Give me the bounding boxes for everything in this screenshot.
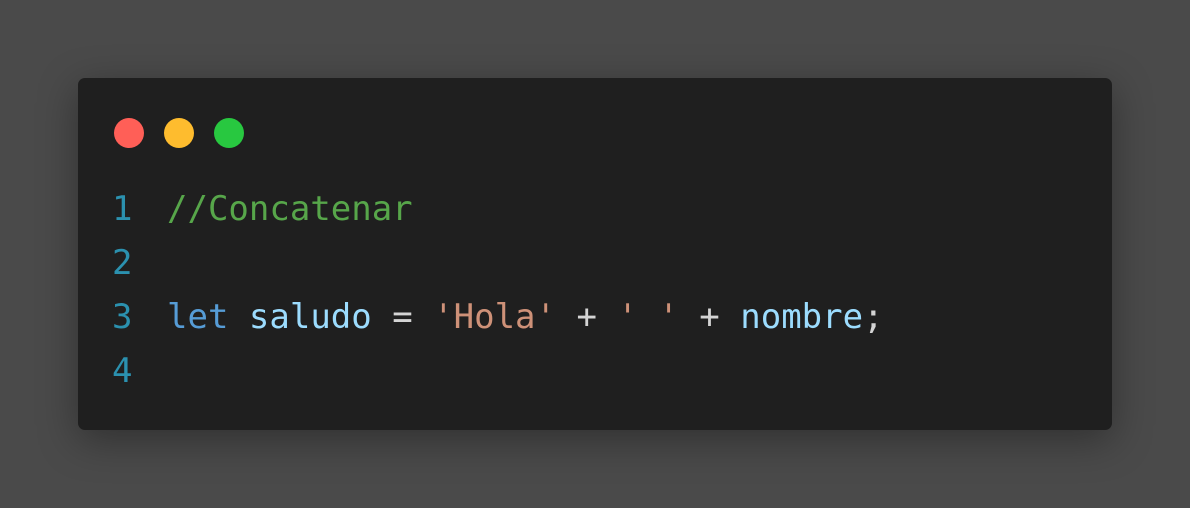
- code-token-op: [228, 297, 248, 337]
- line-number: 3: [112, 297, 133, 337]
- line-number: 4: [112, 351, 133, 391]
- code-token-op: ;: [863, 297, 884, 337]
- line-content: //Concatenar: [167, 182, 413, 236]
- code-token-op: +: [678, 297, 741, 337]
- code-token-var: saludo: [248, 297, 372, 337]
- code-line: 2: [112, 236, 884, 290]
- window-controls: [114, 118, 244, 148]
- code-line: 3 let saludo = 'Hola' + ' ' + nombre;: [112, 290, 884, 344]
- code-window: 1 //Concatenar 2 3 let saludo = 'Hola' + ' '…: [78, 78, 1112, 430]
- maximize-dot-icon[interactable]: [214, 118, 244, 148]
- line-number: 2: [112, 243, 133, 283]
- code-token-op: =: [371, 297, 434, 337]
- close-dot-icon[interactable]: [114, 118, 144, 148]
- code-token-string: ' ': [617, 297, 679, 337]
- code-token-string: 'Hola': [433, 297, 556, 337]
- line-number: 1: [112, 189, 133, 229]
- code-token-comment: //Concatenar: [167, 189, 413, 229]
- code-token-keyword: let: [167, 297, 229, 337]
- code-block: 1 //Concatenar 2 3 let saludo = 'Hola' + ' '…: [112, 182, 884, 398]
- line-content: let saludo = 'Hola' + ' ' + nombre;: [167, 290, 884, 344]
- minimize-dot-icon[interactable]: [164, 118, 194, 148]
- code-line: 1 //Concatenar: [112, 182, 884, 236]
- code-token-var: nombre: [740, 297, 864, 337]
- code-line: 4: [112, 344, 884, 398]
- code-token-op: +: [555, 297, 618, 337]
